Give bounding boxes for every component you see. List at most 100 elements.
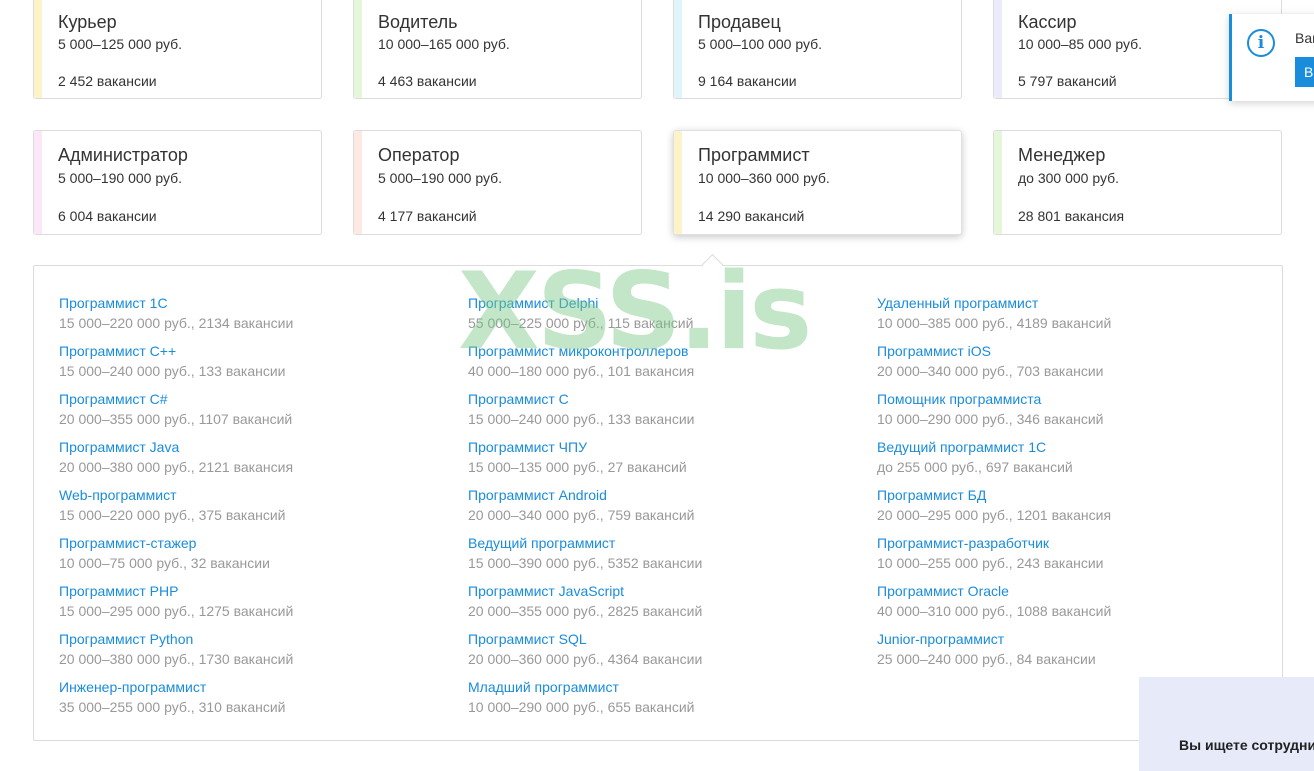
profession-list-item: Инженер-программист 35 000–255 000 руб., …: [59, 677, 293, 725]
profession-salary-count: 20 000–340 000 руб., 759 вакансий: [468, 507, 695, 523]
profession-salary-count: 10 000–290 000 руб., 346 вакансий: [877, 411, 1104, 427]
profession-salary-count: 25 000–240 000 руб., 84 вакансии: [877, 651, 1096, 667]
profession-list-item: Программист JavaScript 20 000–355 000 руб…: [468, 581, 702, 629]
profession-link[interactable]: Программист C++: [59, 341, 293, 360]
profession-link[interactable]: Программист JavaScript: [468, 581, 702, 600]
profession-list-item: Помощник программиста 10 000–290 000 руб.…: [877, 389, 1111, 437]
card-vacancy-count: 28 801 вакансия: [1018, 208, 1125, 224]
profession-salary-count: 15 000–220 000 руб., 375 вакансий: [59, 507, 286, 523]
profession-salary-count: 10 000–385 000 руб., 4189 вакансий: [877, 315, 1112, 331]
card-salary: 5 000–190 000 руб.: [58, 170, 183, 186]
profession-link[interactable]: Удаленный программист: [877, 293, 1111, 312]
card-operator[interactable]: Оператор 5 000–190 000 руб. 4 177 ваканс…: [353, 130, 642, 235]
profession-link[interactable]: Программист PHP: [59, 581, 293, 600]
card-programmer[interactable]: Программист 10 000–360 000 руб. 14 290 в…: [673, 130, 962, 235]
card-vacancy-count: 14 290 вакансий: [698, 208, 805, 224]
profession-link[interactable]: Инженер-программист: [59, 677, 293, 696]
profession-column-3: Удаленный программист 10 000–385 000 руб.…: [877, 293, 1111, 677]
profession-link[interactable]: Программист Delphi: [468, 293, 702, 312]
profession-link[interactable]: Программист-разработчик: [877, 533, 1111, 552]
profession-list-item: Удаленный программист 10 000–385 000 руб.…: [877, 293, 1111, 341]
profession-link[interactable]: Программист Python: [59, 629, 293, 648]
profession-list-item: Программист iOS 20 000–340 000 руб., 703 …: [877, 341, 1111, 389]
profession-column-1: Программист 1С 15 000–220 000 руб., 2134 …: [59, 293, 293, 725]
profession-salary-count: 15 000–390 000 руб., 5352 вакансии: [468, 555, 703, 571]
profession-link[interactable]: Программист С: [468, 389, 702, 408]
profession-list-item: Ведущий программист 1С до 255 000 руб., 6…: [877, 437, 1111, 485]
info-icon: i: [1247, 29, 1275, 57]
profession-link[interactable]: Программист iOS: [877, 341, 1111, 360]
promo-text: Вы ищете сотрудни: [1179, 737, 1314, 753]
card-title: Администратор: [58, 145, 188, 165]
profession-link[interactable]: Программист SQL: [468, 629, 702, 648]
profession-salary-count: 15 000–295 000 руб., 1275 вакансий: [59, 603, 294, 619]
profession-list-item: Программист C++ 15 000–240 000 руб., 133 …: [59, 341, 293, 389]
profession-list-item: Программист-стажер 10 000–75 000 руб., 32…: [59, 533, 293, 581]
profession-link[interactable]: Программист-стажер: [59, 533, 293, 552]
profession-list-item: Ведущий программист 15 000–390 000 руб., …: [468, 533, 702, 581]
notification-button[interactable]: В: [1295, 57, 1314, 87]
card-title: Менеджер: [1018, 145, 1106, 165]
profession-salary-count: 10 000–255 000 руб., 243 вакансии: [877, 555, 1104, 571]
profession-list-item: Программист 1С 15 000–220 000 руб., 2134 …: [59, 293, 293, 341]
profession-list-item: Программист Python 20 000–380 000 руб., 1…: [59, 629, 293, 677]
card-administrator[interactable]: Администратор 5 000–190 000 руб. 6 004 в…: [33, 130, 322, 235]
card-salary: 10 000–360 000 руб.: [698, 170, 830, 186]
profession-list-item: Программист Delphi 55 000–225 000 руб., 1…: [468, 293, 702, 341]
profession-link[interactable]: Программист ЧПУ: [468, 437, 702, 456]
card-stripe: [34, 131, 42, 234]
profession-salary-count: 20 000–340 000 руб., 703 вакансии: [877, 363, 1104, 379]
profession-link[interactable]: Ведущий программист: [468, 533, 702, 552]
related-professions-panel: Программист 1С 15 000–220 000 руб., 2134 …: [33, 265, 1283, 741]
card-stripe: [34, 0, 42, 98]
profession-link[interactable]: Младший программист: [468, 677, 702, 696]
profession-list-item: Программист PHP 15 000–295 000 руб., 1275…: [59, 581, 293, 629]
profession-link[interactable]: Программист 1С: [59, 293, 293, 312]
card-courier[interactable]: Курьер 5 000–125 000 руб. 2 452 вакансии: [33, 0, 322, 99]
profession-list-item: Junior-программист 25 000–240 000 руб., 8…: [877, 629, 1111, 677]
profession-list-item: Программист С 15 000–240 000 руб., 133 ва…: [468, 389, 702, 437]
profession-column-2: Программист Delphi 55 000–225 000 руб., 1…: [468, 293, 702, 725]
profession-list-item: Программист Java 20 000–380 000 руб., 212…: [59, 437, 293, 485]
profession-salary-count: 35 000–255 000 руб., 310 вакансий: [59, 699, 286, 715]
card-manager[interactable]: Менеджер до 300 000 руб. 28 801 вакансия: [993, 130, 1282, 235]
profession-salary-count: 15 000–240 000 руб., 133 вакансии: [59, 363, 286, 379]
card-vacancy-count: 2 452 вакансии: [58, 73, 157, 89]
profession-salary-count: 40 000–310 000 руб., 1088 вакансий: [877, 603, 1112, 619]
profession-salary-count: 55 000–225 000 руб., 115 вакансий: [468, 315, 694, 331]
profession-link[interactable]: Программист Android: [468, 485, 702, 504]
notification-popup: i Ваш В: [1229, 14, 1314, 101]
card-vacancy-count: 6 004 вакансии: [58, 208, 157, 224]
profession-salary-count: 15 000–135 000 руб., 27 вакансий: [468, 459, 687, 475]
profession-link[interactable]: Программист микроконтроллеров: [468, 341, 702, 360]
profession-link[interactable]: Программист Oracle: [877, 581, 1111, 600]
profession-salary-count: 10 000–75 000 руб., 32 вакансии: [59, 555, 270, 571]
profession-link[interactable]: Ведущий программист 1С: [877, 437, 1111, 456]
profession-salary-count: 20 000–355 000 руб., 2825 вакансий: [468, 603, 703, 619]
profession-link[interactable]: Junior-программист: [877, 629, 1111, 648]
profession-link[interactable]: Программист C#: [59, 389, 293, 408]
card-title: Кассир: [1018, 12, 1077, 32]
card-stripe: [994, 0, 1002, 98]
profession-link[interactable]: Программист Java: [59, 437, 293, 456]
profession-salary-count: 40 000–180 000 руб., 101 вакансия: [468, 363, 695, 379]
card-salary: 5 000–125 000 руб.: [58, 36, 183, 52]
card-driver[interactable]: Водитель 10 000–165 000 руб. 4 463 вакан…: [353, 0, 642, 99]
profession-link[interactable]: Помощник программиста: [877, 389, 1111, 408]
profession-list-item: Программист БД 20 000–295 000 руб., 1201 …: [877, 485, 1111, 533]
employer-promo-banner[interactable]: Вы ищете сотрудни: [1139, 677, 1314, 771]
card-vacancy-count: 4 463 вакансии: [378, 73, 477, 89]
card-seller[interactable]: Продавец 5 000–100 000 руб. 9 164 ваканс…: [673, 0, 962, 99]
profession-salary-count: до 255 000 руб., 697 вакансий: [877, 459, 1073, 475]
profession-salary-count: 15 000–220 000 руб., 2134 вакансии: [59, 315, 294, 331]
profession-list-item: Программист-разработчик 10 000–255 000 ру…: [877, 533, 1111, 581]
profession-salary-count: 20 000–360 000 руб., 4364 вакансии: [468, 651, 703, 667]
card-title: Программист: [698, 145, 810, 165]
profession-salary-count: 20 000–380 000 руб., 2121 вакансия: [59, 459, 294, 475]
card-salary: 10 000–165 000 руб.: [378, 36, 510, 52]
card-salary: 5 000–190 000 руб.: [378, 170, 503, 186]
profession-link[interactable]: Web-программист: [59, 485, 293, 504]
profession-salary-count: 10 000–290 000 руб., 655 вакансий: [468, 699, 695, 715]
profession-link[interactable]: Программист БД: [877, 485, 1111, 504]
profession-salary-count: 15 000–240 000 руб., 133 вакансии: [468, 411, 695, 427]
